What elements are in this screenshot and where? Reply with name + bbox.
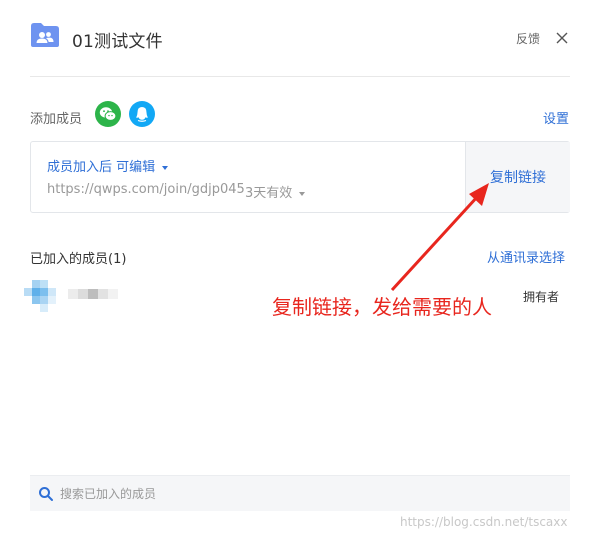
annotation-text: 复制链接，发给需要的人 — [272, 295, 492, 319]
share-url: https://qwps.com/join/gdjp045 — [47, 182, 245, 197]
joined-members-label: 已加入的成员(1) — [30, 252, 127, 267]
permission-dropdown[interactable]: 成员加入后 可编辑 — [47, 156, 169, 175]
search-input[interactable] — [60, 477, 560, 511]
avatar — [24, 278, 58, 312]
settings-link[interactable]: 设置 — [543, 108, 569, 127]
member-role: 拥有者 — [523, 290, 560, 304]
close-icon[interactable] — [552, 28, 572, 48]
dialog-header: 01测试文件 反馈 — [0, 0, 600, 76]
add-members-label: 添加成员 — [30, 112, 83, 127]
feedback-link[interactable]: 反馈 — [516, 30, 540, 47]
qq-share-button[interactable] — [129, 101, 155, 127]
invite-link-box: 成员加入后 可编辑 https://qwps.com/join/gdjp045 … — [30, 141, 570, 213]
validity-label: 3天有效 — [245, 186, 293, 201]
annotation-arrow — [390, 183, 489, 292]
file-title: 01测试文件 — [72, 32, 163, 52]
validity-dropdown[interactable]: 3天有效 — [245, 182, 306, 201]
member-name-blurred — [68, 289, 118, 299]
caret-down-icon — [299, 191, 306, 196]
header-divider — [30, 76, 570, 77]
watermark: https://blog.csdn.net/tscaxx — [400, 515, 568, 529]
wechat-share-button[interactable] — [95, 101, 121, 127]
select-from-contacts-link[interactable]: 从通讯录选择 — [487, 247, 565, 266]
wechat-icon — [99, 107, 117, 121]
permission-label: 成员加入后 可编辑 — [47, 160, 156, 175]
member-search-box — [30, 475, 570, 511]
copy-link-button[interactable]: 复制链接 — [465, 142, 570, 212]
shared-folder-icon — [31, 23, 59, 47]
search-icon — [39, 487, 53, 501]
caret-down-icon — [162, 165, 169, 170]
qq-icon — [136, 107, 148, 122]
